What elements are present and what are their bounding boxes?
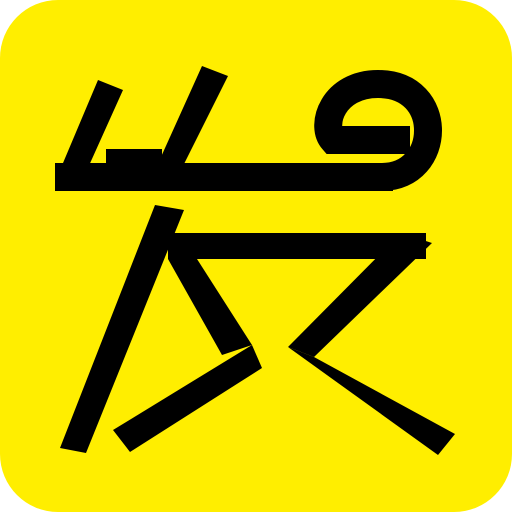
glyph-stroke — [106, 149, 162, 163]
app-icon[interactable] — [0, 0, 512, 512]
app-icon-graphic — [0, 0, 512, 512]
glyph-stroke — [55, 163, 393, 191]
